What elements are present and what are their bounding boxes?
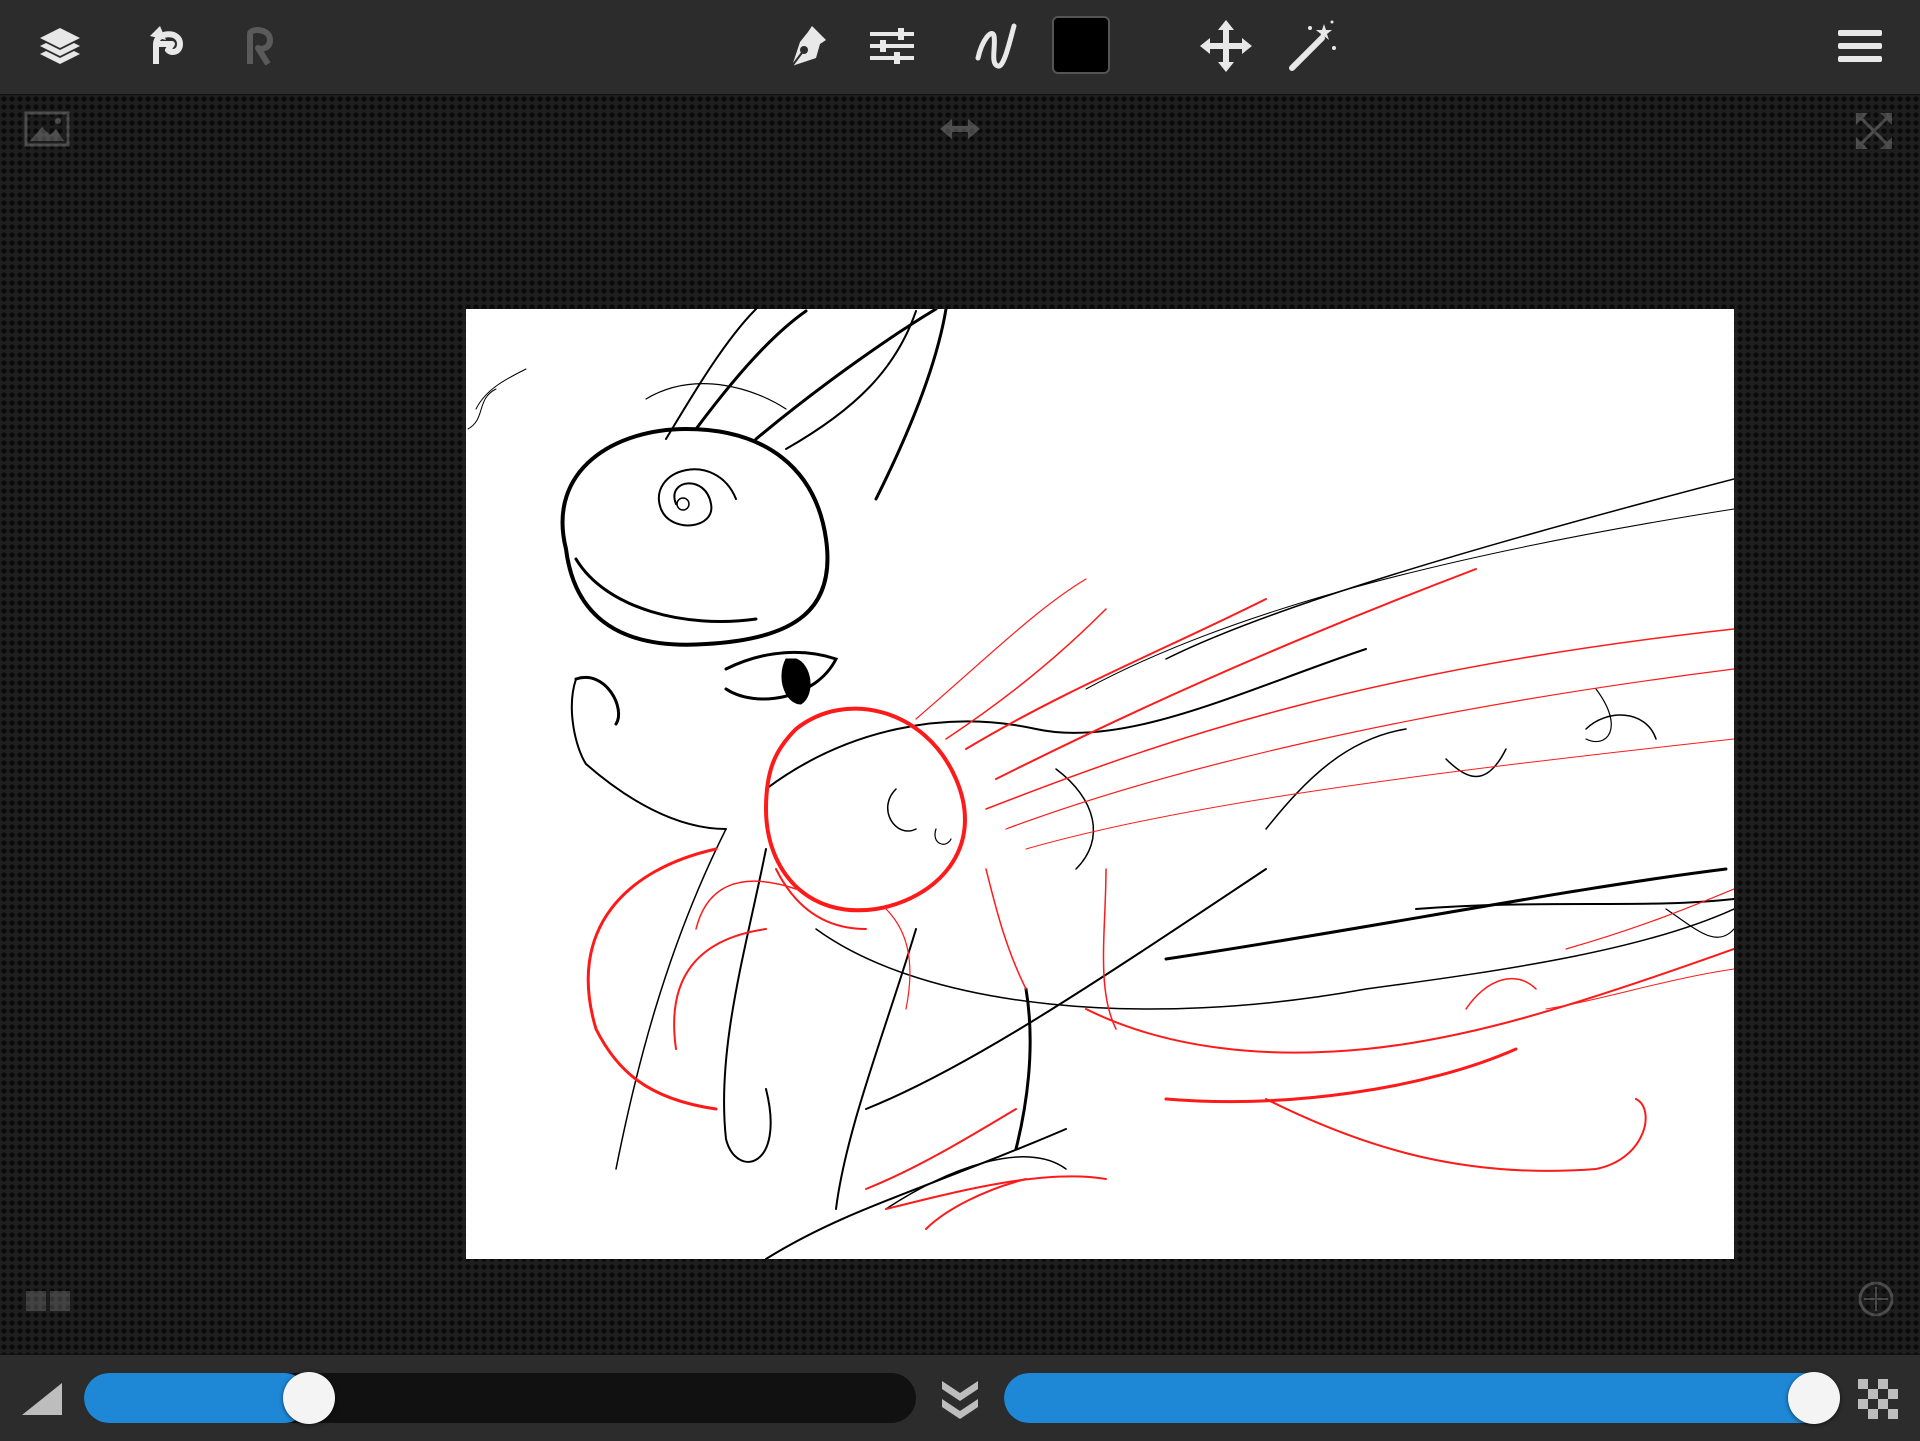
fullscreen-icon[interactable] [1854,111,1894,156]
opacity-slider-knob[interactable] [1788,1372,1840,1424]
brush-size-icon [20,1381,64,1422]
texture-icon[interactable] [1856,1279,1896,1324]
brush-color-swatch[interactable] [1052,16,1110,74]
collapse-down-icon[interactable] [938,1377,982,1426]
opacity-slider-fill [1004,1373,1840,1423]
flip-horizontal-icon[interactable] [938,117,982,146]
undo-icon[interactable] [130,10,202,82]
brush-settings-icon[interactable] [856,10,928,82]
brush-size-slider[interactable] [84,1373,916,1423]
brush-size-slider-knob[interactable] [282,1372,335,1424]
layer-thumbnails-icon[interactable] [24,1285,72,1320]
move-icon[interactable] [1190,10,1262,82]
workspace [0,95,1920,1354]
opacity-checker-icon [1858,1379,1898,1424]
magic-wand-icon[interactable] [1276,10,1348,82]
brush-size-slider-fill [84,1373,309,1423]
opacity-slider[interactable] [1004,1373,1840,1423]
redo-icon[interactable] [222,10,294,82]
pen-tool-icon[interactable] [770,10,842,82]
sketch-artwork [467,309,1734,1259]
drawing-canvas[interactable] [466,309,1734,1259]
layers-icon[interactable] [24,10,96,82]
top-toolbar [0,0,1920,95]
reference-image-icon[interactable] [24,111,70,152]
menu-icon[interactable] [1824,10,1896,82]
stroke-icon[interactable] [960,10,1032,82]
